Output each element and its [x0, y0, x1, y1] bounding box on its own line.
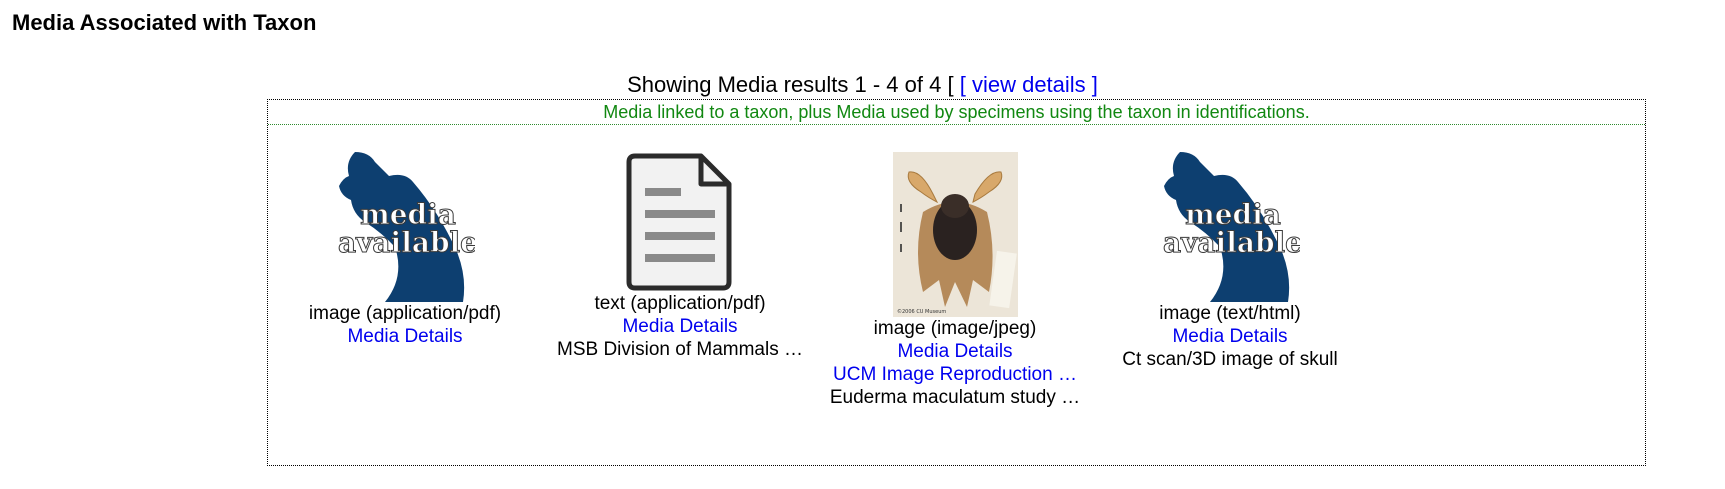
media-type: image (image/jpeg) — [873, 318, 1037, 339]
thumb-text-available: available — [1163, 226, 1300, 259]
view-details-link[interactable]: [ view details ] — [960, 72, 1098, 97]
media-type: image (application/pdf) — [308, 303, 502, 324]
document-page — [626, 153, 732, 291]
photo-caption: ©2006 CU Museum — [897, 308, 946, 315]
document-icon[interactable] — [625, 152, 735, 292]
media-item: ©2006 CU Museum image (image/jpeg) Media… — [810, 152, 1100, 409]
media-type: image (text/html) — [1159, 303, 1301, 324]
media-item: media available image (application/pdf) … — [295, 152, 515, 348]
ucm-image-reproduction-link[interactable]: UCM Image Reproduction … — [810, 363, 1100, 386]
document-line — [645, 188, 681, 196]
document-line — [645, 210, 715, 218]
results-count-text: Showing Media results 1 - 4 of 4 — [627, 72, 942, 97]
media-item: text (application/pdf) Media Details MSB… — [530, 152, 830, 361]
media-details-link[interactable]: Media Details — [530, 315, 830, 338]
media-description: MSB Division of Mammals … — [557, 339, 803, 360]
thumb-text-available: available — [338, 226, 475, 259]
media-details-link[interactable]: Media Details — [1110, 325, 1350, 348]
bat-specimen-photo[interactable]: ©2006 CU Museum — [892, 152, 1018, 317]
media-type: text (application/pdf) — [594, 293, 766, 314]
media-available-thumbnail[interactable]: media available — [1160, 152, 1300, 302]
page-title: Media Associated with Taxon — [12, 10, 317, 35]
results-summary: Showing Media results 1 - 4 of 4 [ [ vie… — [0, 72, 1725, 98]
document-line — [645, 232, 715, 240]
media-description: Ct scan/3D image of skull — [1122, 349, 1338, 370]
media-available-thumbnail[interactable]: media available — [335, 152, 475, 302]
media-details-link[interactable]: Media Details — [810, 340, 1100, 363]
media-item: media available image (text/html) Media … — [1110, 152, 1350, 371]
media-description: Euderma maculatum study … — [829, 387, 1081, 408]
bat-head — [940, 194, 969, 218]
page: Media Associated with Taxon Showing Medi… — [0, 0, 1725, 489]
media-note: Media linked to a taxon, plus Media used… — [268, 100, 1645, 125]
media-details-link[interactable]: Media Details — [295, 325, 515, 348]
document-line — [645, 254, 715, 262]
